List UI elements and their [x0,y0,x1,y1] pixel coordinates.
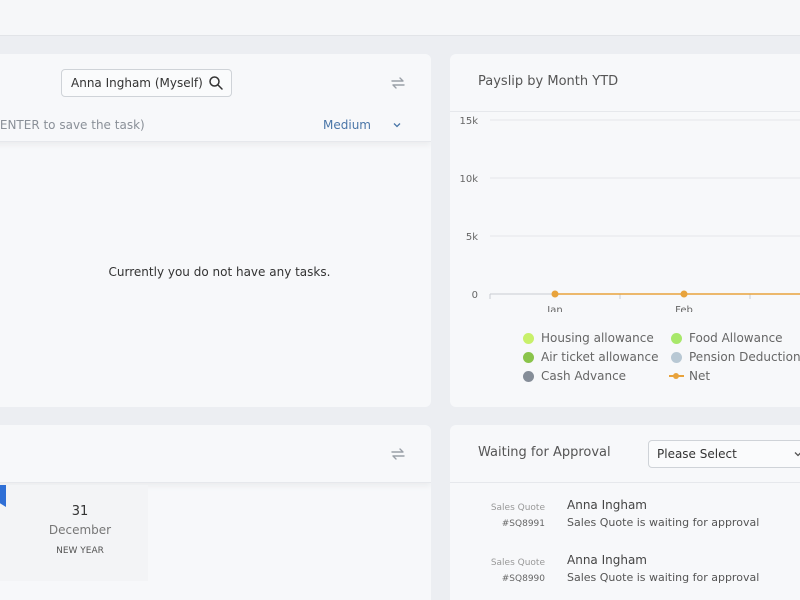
legend-food[interactable]: Food Allowance [671,331,783,345]
legend-housing[interactable]: Housing allowance [523,331,654,345]
event-name: NEW YEAR [56,546,104,556]
legend-dot [671,333,682,344]
legend-label: Housing allowance [541,331,654,345]
legend-label: Net [689,369,711,383]
approval-title: Waiting for Approval [478,445,611,460]
event-month: December [48,523,112,537]
approval-description: Sales Quote is waiting for approval [567,571,760,584]
legend-label: Food Allowance [689,331,783,345]
tasks-header: Anna Ingham (Myself) : ENTER to save the… [0,54,431,142]
x-tick-label: Feb [675,305,693,312]
y-tick-label: 0 [472,290,478,301]
approval-id[interactable]: #SQ8990 [502,574,545,584]
approval-type: Sales Quote [490,503,545,513]
legend-dot [523,371,534,382]
payslip-chart: 15k 10k 5k 0 Jan Feb [459,116,800,312]
chevron-down-icon [794,452,800,457]
events-card: 31 December NEW YEAR [0,425,431,600]
payslip-title: Payslip by Month YTD [478,74,619,89]
legend-line-marker [669,373,684,379]
legend-dot [671,352,682,363]
legend-label: Pension Deduction [689,350,800,364]
empty-tasks-message: Currently you do not have any tasks. [108,265,331,279]
approval-row[interactable]: Sales Quote #SQ8990 Anna Ingham Sales Qu… [450,545,800,599]
assignee-value: Anna Ingham (Myself) [71,76,203,90]
approval-user: Anna Ingham [567,498,647,512]
legend-air-ticket[interactable]: Air ticket allowance [523,350,659,364]
event-day: 31 [71,504,89,519]
data-point[interactable] [551,290,559,298]
approval-row[interactable]: Sales Quote #SQ8991 Anna Ingham Sales Qu… [450,490,800,544]
tasks-card: Anna Ingham (Myself) : ENTER to save the… [0,54,431,407]
payslip-card: Payslip by Month YTD 15k 10k 5k 0 Jan Feb Hou… [450,54,800,407]
legend-dot [523,333,534,344]
search-icon[interactable] [208,75,224,91]
chevron-down-icon[interactable] [392,120,402,130]
legend-label: Cash Advance [541,369,627,383]
assignee-search-field[interactable]: Anna Ingham (Myself) [61,69,232,97]
y-tick-label: 5k [466,232,478,243]
task-input-hint[interactable]: : ENTER to save the task) [0,118,145,132]
legend-dot [523,352,534,363]
legend-pension[interactable]: Pension Deduction [671,350,800,364]
events-header [0,425,431,483]
approval-description: Sales Quote is waiting for approval [567,516,760,529]
refresh-icon[interactable] [389,445,407,463]
y-tick-label: 15k [459,116,478,127]
x-tick-label: Jan [546,305,562,312]
approval-user: Anna Ingham [567,553,647,567]
refresh-icon[interactable] [389,74,407,92]
select-value: Please Select [657,447,737,461]
approval-filter-select[interactable]: Please Select [648,440,800,468]
legend-cash-advance[interactable]: Cash Advance [523,369,627,383]
approval-type: Sales Quote [490,558,545,568]
data-point[interactable] [680,290,688,298]
y-tick-label: 10k [459,174,478,185]
approval-id[interactable]: #SQ8991 [502,519,545,529]
top-bar [0,0,800,36]
priority-select[interactable]: Medium [323,118,371,132]
legend-net[interactable]: Net [669,369,711,383]
approval-header: Waiting for Approval Please Select [450,425,800,483]
approval-card: Waiting for Approval Please Select Sales… [450,425,800,600]
legend-label: Air ticket allowance [541,350,659,364]
payslip-header: Payslip by Month YTD [450,54,800,112]
